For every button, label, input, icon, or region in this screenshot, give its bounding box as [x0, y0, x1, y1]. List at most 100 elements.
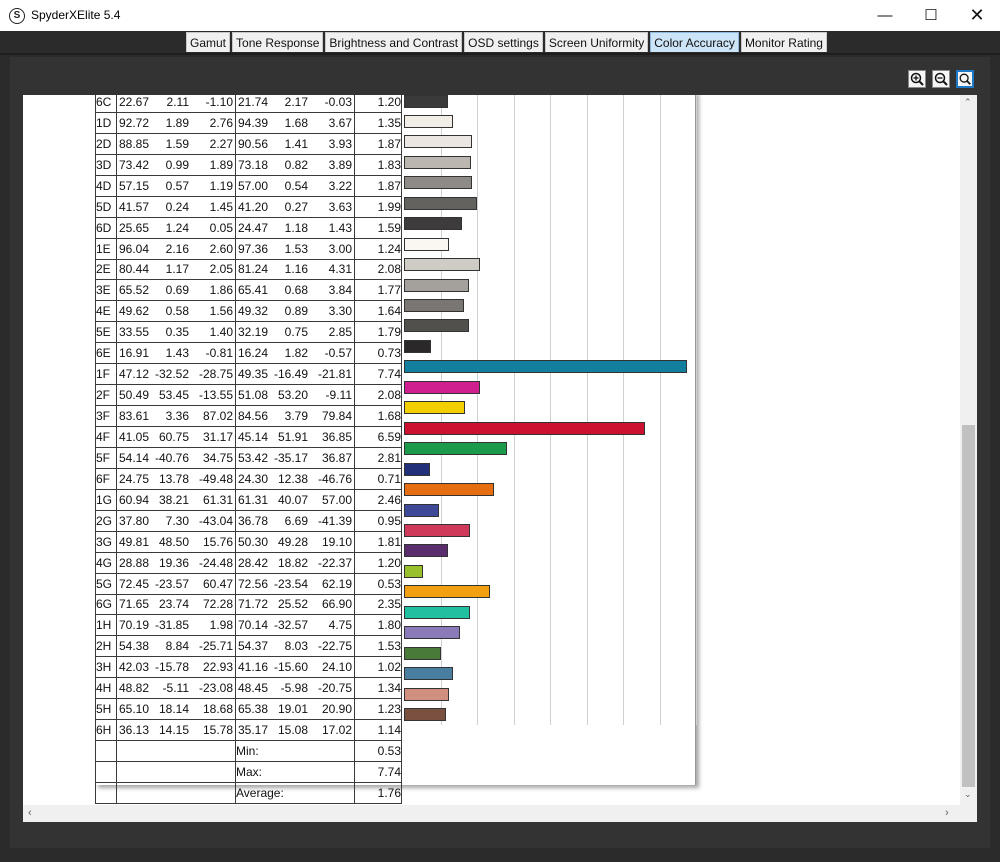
scroll-down-icon[interactable]: ⌄ [964, 789, 972, 800]
meas-b: 79.84 [321, 409, 352, 424]
ref-b: 1.86 [209, 283, 233, 298]
ref-b: 1.89 [209, 157, 233, 172]
delta-e-value: 1.34 [354, 677, 402, 700]
tab-bar: Gamut Tone Response Brightness and Contr… [186, 32, 829, 53]
patch-id: 1F [95, 363, 117, 386]
meas-l: 50.30 [237, 534, 268, 549]
reference-lab: 57.15 0.57 1.19 [116, 174, 236, 197]
ref-a: -40.76 [154, 450, 189, 465]
tab-screen-uniformity[interactable]: Screen Uniformity [544, 32, 649, 52]
meas-l: 41.16 [237, 660, 268, 675]
vertical-scroll-thumb[interactable] [962, 425, 975, 787]
delta-e-bar [404, 95, 448, 108]
meas-l: 57.00 [237, 178, 268, 193]
ref-b: 34.75 [202, 450, 233, 465]
patch-id: 6F [95, 467, 117, 490]
patch-id: 3F [95, 405, 117, 427]
ref-a: -5.11 [162, 681, 189, 696]
ref-l: 80.44 [118, 262, 149, 277]
minimize-button[interactable]: — [862, 0, 908, 31]
ref-a: 53.45 [158, 388, 189, 403]
ref-a: 0.24 [165, 199, 189, 214]
patch-id: 5D [95, 195, 117, 218]
ref-l: 96.04 [118, 241, 149, 256]
maximize-button[interactable]: ☐ [908, 0, 954, 31]
vertical-scrollbar[interactable]: ⌃ ⌄ [960, 95, 977, 805]
meas-l: 97.36 [237, 241, 268, 256]
ref-l: 33.55 [118, 325, 149, 340]
delta-e-bar [404, 523, 471, 537]
summary-label: Average: [235, 781, 355, 804]
meas-a: 0.89 [284, 304, 308, 319]
scroll-left-icon[interactable]: ‹ [28, 807, 32, 819]
tab-brightness-contrast[interactable]: Brightness and Contrast [325, 32, 463, 52]
meas-b: 36.85 [321, 429, 352, 444]
table-row: 3E 65.52 0.69 1.86 65.41 0.68 3.84 1.77 [95, 279, 402, 302]
meas-l: 49.35 [237, 367, 268, 382]
tab-color-accuracy[interactable]: Color Accuracy [650, 32, 739, 52]
title-bar: S SpyderXElite 5.4 — ☐ ✕ [0, 0, 1000, 31]
delta-e-value: 1.59 [354, 216, 402, 239]
ref-a: 13.78 [158, 471, 189, 486]
reference-lab: 70.19 -31.85 1.98 [116, 614, 236, 637]
delta-e-bar [404, 299, 464, 312]
delta-e-value: 6.59 [354, 426, 402, 448]
meas-a: 18.82 [277, 555, 308, 570]
zoom-out-button[interactable] [932, 70, 950, 88]
scroll-up-icon[interactable]: ⌃ [964, 97, 972, 108]
reference-lab: 50.49 53.45 -13.55 [116, 384, 236, 407]
measured-lab: 21.74 2.17 -0.03 [235, 95, 355, 113]
meas-b: 1.43 [328, 220, 352, 235]
reference-lab: 37.80 7.30 -43.04 [116, 509, 236, 532]
meas-a: -32.57 [273, 618, 308, 633]
tab-gamut[interactable]: Gamut [186, 32, 231, 52]
reference-lab: 96.04 2.16 2.60 [116, 237, 236, 260]
measured-lab: 72.56 -23.54 62.19 [235, 572, 355, 595]
delta-e-value: 1.14 [354, 719, 402, 742]
delta-e-bar [404, 462, 430, 476]
ref-l: 71.65 [118, 597, 149, 612]
ref-l: 22.67 [118, 95, 149, 109]
tab-osd-settings[interactable]: OSD settings [464, 32, 543, 52]
ref-a: 1.24 [165, 220, 189, 235]
meas-b: 4.75 [328, 618, 352, 633]
summary-empty [116, 740, 236, 762]
ref-a: 1.59 [165, 136, 189, 151]
meas-l: 28.42 [237, 555, 268, 570]
ref-b: 15.78 [202, 723, 233, 738]
table-row: 3H 42.03 -15.78 22.93 41.16 -15.60 24.10 1.02 [95, 656, 402, 679]
patch-id: 1H [95, 614, 117, 637]
delta-e-bar [404, 196, 477, 210]
horizontal-scrollbar[interactable]: ‹ › [23, 805, 960, 822]
summary-row: Average: 1.76 [95, 781, 402, 804]
meas-a: 51.91 [277, 429, 308, 444]
tab-tone-response[interactable]: Tone Response [232, 32, 324, 52]
delta-e-value: 1.68 [354, 405, 402, 427]
delta-e-bar [404, 708, 446, 721]
ref-b: 72.28 [202, 597, 233, 612]
measured-lab: 32.19 0.75 2.85 [235, 321, 355, 344]
table-row: 2D 88.85 1.59 2.27 90.56 1.41 3.93 1.87 [95, 132, 402, 155]
grid-line [586, 95, 588, 725]
scrollbar-corner [960, 805, 977, 822]
measured-lab: 49.35 -16.49 -21.81 [235, 363, 355, 386]
ref-b: 1.19 [209, 178, 233, 193]
table-row: 1D 92.72 1.89 2.76 94.39 1.68 3.67 1.35 [95, 111, 402, 134]
ref-l: 60.94 [118, 492, 149, 507]
tab-monitor-rating[interactable]: Monitor Rating [740, 32, 827, 52]
delta-e-bar [404, 687, 449, 701]
zoom-fit-button[interactable] [956, 70, 974, 88]
ref-l: 25.65 [118, 220, 149, 235]
scroll-right-icon[interactable]: › [945, 807, 949, 819]
close-button[interactable]: ✕ [954, 0, 1000, 31]
delta-e-bar [404, 585, 490, 599]
delta-e-bar [404, 442, 507, 456]
meas-b: -20.75 [317, 681, 352, 696]
ref-l: 41.57 [118, 199, 149, 214]
table-row: 2H 54.38 8.84 -25.71 54.37 8.03 -22.75 1.53 [95, 635, 402, 658]
measured-lab: 48.45 -5.98 -20.75 [235, 677, 355, 700]
reference-lab: 22.67 2.11 -1.10 [116, 95, 236, 113]
measured-lab: 71.72 25.52 66.90 [235, 593, 355, 616]
zoom-in-button[interactable] [908, 70, 926, 88]
report-viewport[interactable]: 6C 22.67 2.11 -1.10 21.74 2.17 -0.03 1.20 1D 92.7… [23, 95, 960, 805]
